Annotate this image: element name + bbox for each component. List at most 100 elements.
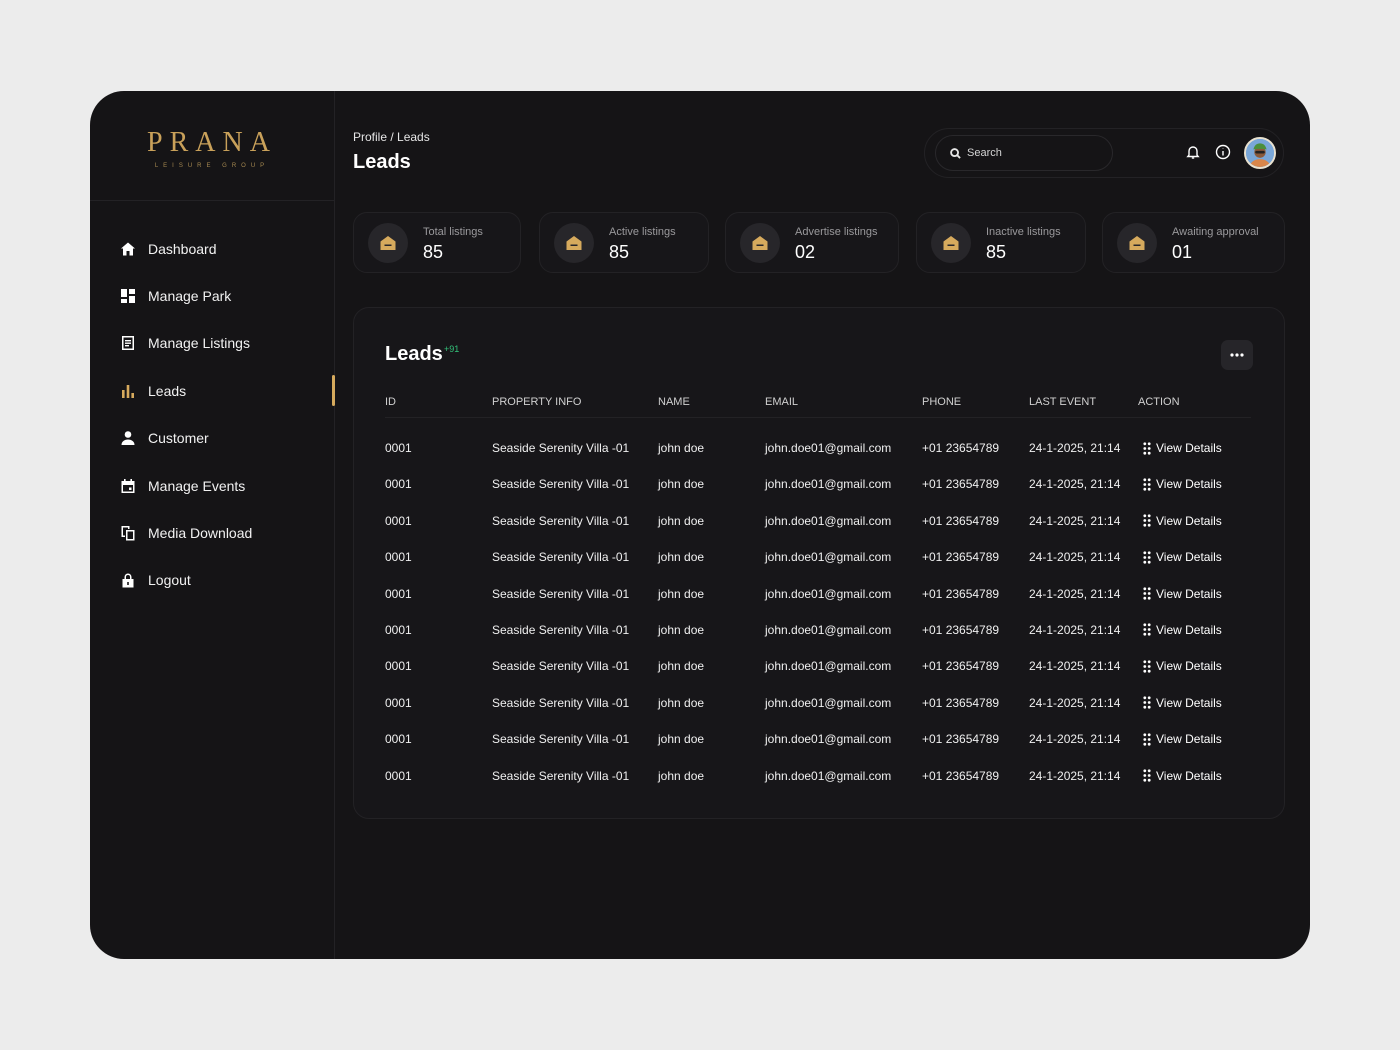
cell-id: 0001 xyxy=(385,659,412,674)
view-details-button[interactable]: View Details xyxy=(1143,587,1222,601)
drag-handle-icon xyxy=(1143,660,1151,673)
sidebar-item-label: Leads xyxy=(148,382,187,399)
table-row[interactable]: 0001 Seaside Serenity Villa -01 john doe… xyxy=(385,577,1251,613)
table-row[interactable]: 0001 Seaside Serenity Villa -01 john doe… xyxy=(385,759,1251,795)
cell-email: john.doe01@gmail.com xyxy=(765,586,892,601)
view-details-button[interactable]: View Details xyxy=(1143,659,1222,673)
cell-email: john.doe01@gmail.com xyxy=(765,622,892,637)
sidebar-item-manage-park[interactable]: Manage Park xyxy=(90,272,334,319)
view-details-label: View Details xyxy=(1156,732,1222,747)
page-title: Leads xyxy=(353,151,411,173)
view-details-button[interactable]: View Details xyxy=(1143,514,1222,528)
logo[interactable]: PRANA LEISURE GROUP xyxy=(90,91,334,201)
sidebar-item-logout[interactable]: Logout xyxy=(90,557,334,604)
calendar-icon xyxy=(120,478,136,494)
view-details-button[interactable]: View Details xyxy=(1143,623,1222,637)
view-details-button[interactable]: View Details xyxy=(1143,477,1222,491)
cell-id: 0001 xyxy=(385,441,412,455)
table-row[interactable]: 0001 Seaside Serenity Villa -01 john doe… xyxy=(385,686,1251,722)
table-row[interactable]: 0001 Seaside Serenity Villa -01 john doe… xyxy=(385,540,1251,576)
cell-email: john.doe01@gmail.com xyxy=(765,732,892,747)
sidebar-item-manage-events[interactable]: Manage Events xyxy=(90,462,334,509)
cell-phone: +01 23654789 xyxy=(922,695,1000,710)
cell-id: 0001 xyxy=(385,477,412,492)
drag-handle-icon xyxy=(1143,623,1151,637)
top-header: Profile / Leads Leads xyxy=(335,91,1310,201)
cell-phone: +01 23654789 xyxy=(922,441,1000,455)
cell-name: john doe xyxy=(658,732,705,747)
cell-phone: +01 23654789 xyxy=(922,732,1000,747)
bell-icon[interactable] xyxy=(1185,144,1201,160)
cell-id: 0001 xyxy=(385,695,412,710)
cell-phone: +01 23654789 xyxy=(922,477,1000,492)
sidebar-nav: Dashboard Manage Park Manage Listings Le… xyxy=(90,225,335,604)
cell-name: john doe xyxy=(658,622,705,637)
stat-label: Awaiting approval xyxy=(1172,226,1259,238)
search-input[interactable] xyxy=(967,147,1107,159)
drag-handle-icon xyxy=(1143,478,1151,491)
cell-email: john.doe01@gmail.com xyxy=(765,550,892,565)
user-icon xyxy=(120,430,136,446)
view-details-label: View Details xyxy=(1156,477,1222,492)
view-details-button[interactable]: View Details xyxy=(1143,769,1222,783)
view-details-button[interactable]: View Details xyxy=(1143,696,1222,710)
view-details-button[interactable]: View Details xyxy=(1143,732,1222,746)
column-header-email[interactable]: EMAIL xyxy=(765,396,798,408)
table-row[interactable]: 0001 Seaside Serenity Villa -01 john doe… xyxy=(385,649,1251,685)
cell-email: john.doe01@gmail.com xyxy=(765,659,892,674)
search-box[interactable] xyxy=(935,135,1113,171)
view-details-button[interactable]: View Details xyxy=(1143,441,1222,455)
house-icon xyxy=(554,223,594,263)
view-details-button[interactable]: View Details xyxy=(1143,550,1222,564)
sidebar-item-manage-listings[interactable]: Manage Listings xyxy=(90,320,334,367)
column-header-phone[interactable]: PHONE xyxy=(922,396,961,408)
table-row[interactable]: 0001 Seaside Serenity Villa -01 john doe… xyxy=(385,467,1251,503)
drag-handle-icon xyxy=(1143,514,1151,527)
cell-property-info: Seaside Serenity Villa -01 xyxy=(492,622,630,637)
table-row[interactable]: 0001 Seaside Serenity Villa -01 john doe… xyxy=(385,504,1251,540)
column-header-name[interactable]: NAME xyxy=(658,396,690,408)
ellipsis-icon xyxy=(1230,353,1244,357)
sidebar-item-label: Manage Park xyxy=(148,288,232,305)
cell-id: 0001 xyxy=(385,732,412,747)
table-row[interactable]: 0001 Seaside Serenity Villa -01 john doe… xyxy=(385,431,1251,467)
cell-last-event: 24-1-2025, 21:14 xyxy=(1029,441,1121,455)
more-options-button[interactable] xyxy=(1221,340,1253,370)
cell-last-event: 24-1-2025, 21:14 xyxy=(1029,622,1121,637)
sidebar-item-label: Customer xyxy=(148,430,209,447)
sidebar-item-dashboard[interactable]: Dashboard xyxy=(90,225,334,272)
view-details-label: View Details xyxy=(1156,586,1222,601)
column-header-id[interactable]: ID xyxy=(385,396,396,408)
stat-card-total-listings: Total listings 85 xyxy=(353,212,521,273)
cell-name: john doe xyxy=(658,768,705,783)
avatar[interactable] xyxy=(1244,137,1276,169)
sidebar-item-customer[interactable]: Customer xyxy=(90,415,334,462)
cell-property-info: Seaside Serenity Villa -01 xyxy=(492,768,630,783)
sidebar-item-media-download[interactable]: Media Download xyxy=(90,509,334,556)
info-icon[interactable] xyxy=(1215,144,1231,160)
column-header-property-info[interactable]: PROPERTY INFO xyxy=(492,396,581,408)
column-header-action[interactable]: ACTION xyxy=(1138,396,1180,408)
sidebar-item-leads[interactable]: Leads xyxy=(90,367,335,414)
table-row[interactable]: 0001 Seaside Serenity Villa -01 john doe… xyxy=(385,722,1251,758)
stat-card-awaiting-approval: Awaiting approval 01 xyxy=(1102,212,1285,273)
cell-phone: +01 23654789 xyxy=(922,550,1000,565)
stat-value: 02 xyxy=(795,242,816,262)
logo-wordmark: PRANA xyxy=(147,126,277,158)
cell-last-event: 24-1-2025, 21:14 xyxy=(1029,550,1121,565)
cell-id: 0001 xyxy=(385,586,412,601)
leads-table-card: Leads +91 ID PROPERTY INFO NAME EMAIL PH… xyxy=(353,307,1285,819)
sidebar-item-label: Media Download xyxy=(148,525,253,542)
sidebar-item-label: Logout xyxy=(148,572,191,589)
cell-property-info: Seaside Serenity Villa -01 xyxy=(492,441,630,455)
search-icon xyxy=(950,147,961,159)
column-header-last-event[interactable]: LAST EVENT xyxy=(1029,396,1096,408)
stat-label: Inactive listings xyxy=(986,226,1061,238)
header-toolbar xyxy=(924,128,1284,178)
drag-handle-icon xyxy=(1143,551,1151,564)
table-title: Leads xyxy=(385,343,443,365)
breadcrumb[interactable]: Profile / Leads xyxy=(353,130,430,144)
cell-last-event: 24-1-2025, 21:14 xyxy=(1029,659,1121,674)
table-row[interactable]: 0001 Seaside Serenity Villa -01 john doe… xyxy=(385,613,1251,649)
sidebar-item-label: Manage Listings xyxy=(148,335,250,352)
